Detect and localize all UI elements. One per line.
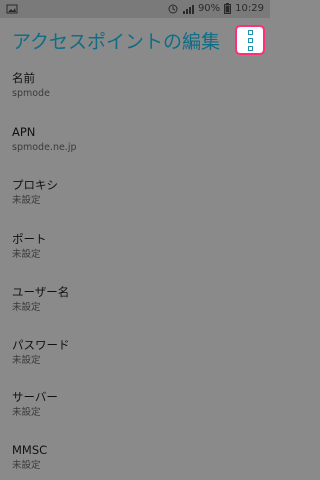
list-item-label: APN: [12, 125, 36, 139]
list-item-label: パスワード: [12, 338, 70, 352]
app-bar: アクセスポイントの編集: [0, 18, 270, 64]
battery-icon: [224, 3, 232, 14]
clock: 10:29: [235, 3, 264, 14]
overflow-menu-icon: [247, 29, 253, 51]
list-item-password[interactable]: パスワード 未設定: [12, 338, 252, 367]
list-item-label: MMSC: [12, 443, 48, 457]
list-item-label: サーバー: [12, 390, 58, 404]
list-item-value: 未設定: [12, 460, 41, 471]
list-item-label: ユーザー名: [12, 285, 70, 299]
list-item-value: spmode.ne.jp: [12, 142, 77, 153]
list-item-label: 名前: [12, 71, 35, 85]
list-item-name[interactable]: 名前 spmode: [12, 71, 252, 100]
sync-icon: [168, 4, 178, 13]
image-icon: [6, 4, 18, 14]
list-item-port[interactable]: ポート 未設定: [12, 232, 252, 261]
list-item-mmsc[interactable]: MMSC 未設定: [12, 443, 252, 472]
list-item-label: ポート: [12, 232, 47, 246]
list-item-value: 未設定: [12, 355, 41, 366]
list-item-server[interactable]: サーバー 未設定: [12, 390, 252, 419]
list-item-label: プロキシ: [12, 178, 58, 192]
list-item-proxy[interactable]: プロキシ 未設定: [12, 178, 252, 207]
list-item-value: 未設定: [12, 249, 41, 260]
status-bar: 90% 10:29: [0, 0, 270, 18]
list-item-apn[interactable]: APN spmode.ne.jp: [12, 125, 252, 154]
page-title: アクセスポイントの編集: [12, 31, 221, 53]
list-item-value: spmode: [12, 88, 50, 99]
list-item-username[interactable]: ユーザー名 未設定: [12, 285, 252, 314]
signal-icon: [182, 4, 194, 14]
list-item-value: 未設定: [12, 195, 41, 206]
list-item-value: 未設定: [12, 407, 41, 418]
list-item-value: 未設定: [12, 302, 41, 313]
overflow-menu-button[interactable]: [235, 25, 265, 55]
battery-percent: 90%: [197, 3, 221, 14]
